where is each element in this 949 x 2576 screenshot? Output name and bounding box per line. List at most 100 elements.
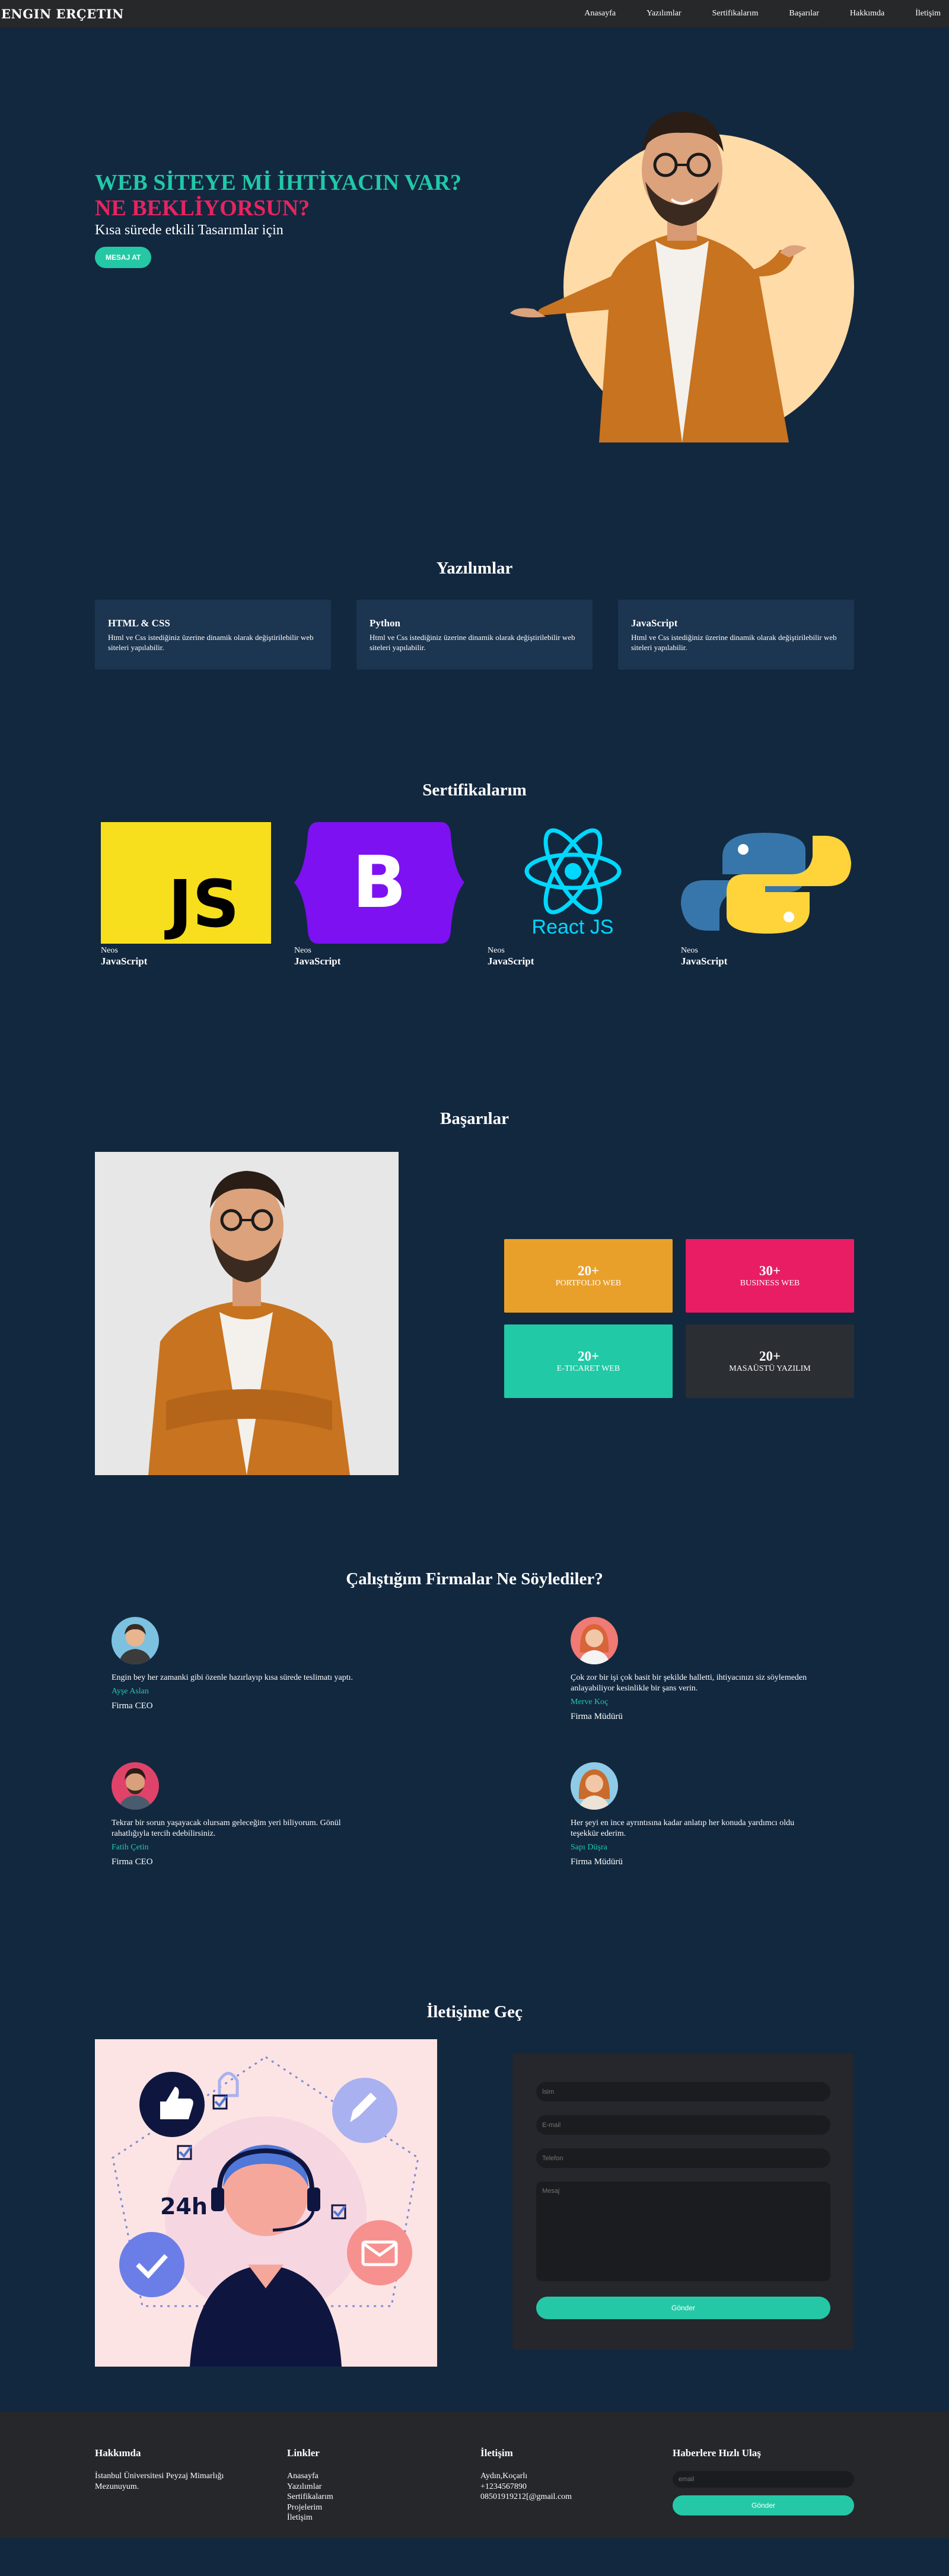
footer-contact-title: İletişim	[480, 2447, 513, 2459]
nav-link-yazilimlar[interactable]: Yazılımlar	[647, 9, 681, 18]
newsletter-email-input[interactable]	[673, 2471, 854, 2488]
footer-links: Linkler Anasayfa Yazılımlar Sertifikalar…	[287, 2447, 465, 2523]
phone-input[interactable]	[536, 2148, 830, 2168]
certificate-item: B Neos JavaScript	[294, 822, 464, 967]
footer-about-text: İstanbul Üniversitesi Peyzaj Mimarlığı M…	[95, 2472, 224, 2491]
footer: Hakkımda İstanbul Üniversitesi Peyzaj Mi…	[0, 2412, 949, 2538]
software-cards: HTML & CSS Html ve Css istediğiniz üzeri…	[95, 600, 854, 670]
testimonial-quote: Çok zor bir işi çok basit bir şekilde ha…	[571, 1673, 807, 1693]
hero-person-image	[510, 112, 807, 442]
name-input[interactable]	[536, 2082, 830, 2101]
footer-link[interactable]: İletişim	[287, 2513, 465, 2523]
software-card: JavaScript Html ve Css istediğiniz üzeri…	[618, 600, 854, 670]
react-logo-text: React JS	[531, 916, 614, 938]
certificate-item: React JS Neos JavaScript	[488, 822, 658, 967]
nav-link-sertifikalarim[interactable]: Sertifikalarım	[712, 9, 759, 18]
software-card-text: Html ve Css istediğiniz üzerine dinamik …	[631, 633, 837, 652]
message-button[interactable]: MESAJ AT	[95, 247, 152, 269]
testimonial-card: Çok zor bir işi çok basit bir şekilde ha…	[571, 1617, 820, 1722]
certificate-list: JS Neos JavaScript B Neos JavaScript Rea…	[101, 822, 851, 967]
footer-link[interactable]: Sertifikalarım	[287, 2492, 465, 2502]
footer-links-title: Linkler	[287, 2447, 320, 2459]
nav-link-iletisim[interactable]: İletişim	[915, 9, 941, 18]
certificate-issuer: Neos	[101, 946, 118, 955]
hero-headline: WEB SİTEYE Mİ İHTİYACIN VAR?	[95, 170, 462, 195]
footer-newsletter: Haberlere Hızlı Ulaş Gönder	[673, 2447, 854, 2515]
testimonial-card: Engin bey her zamanki gibi özenle hazırl…	[112, 1617, 361, 1711]
message-textarea[interactable]	[536, 2182, 830, 2281]
testimonial-author: Merve Koç	[571, 1698, 609, 1707]
certificate-name: JavaScript	[101, 956, 148, 967]
avatar	[112, 1617, 159, 1664]
bootstrap-logo-text: B	[352, 842, 407, 924]
testimonial-author: Sapı Düşra	[571, 1843, 607, 1852]
contact-form: Gönder	[512, 2053, 854, 2350]
navbar: ENGIN ERÇETIN Anasayfa Yazılımlar Sertif…	[0, 0, 949, 27]
footer-about: Hakkımda İstanbul Üniversitesi Peyzaj Mi…	[95, 2447, 273, 2492]
javascript-logo-text: JS	[168, 865, 240, 942]
send-button[interactable]: Gönder	[536, 2297, 830, 2319]
stat-label: MASAÜSTÜ YAZILIM	[729, 1364, 811, 1373]
stats-grid: 20+ PORTFOLIO WEB 30+ BUSINESS WEB 20+ E…	[504, 1239, 854, 1398]
certificate-name: JavaScript	[294, 956, 341, 967]
footer-phone: +1234567890	[480, 2482, 527, 2491]
stat-number: 20+	[577, 1349, 600, 1364]
person-thinking-illustration	[95, 1152, 399, 1475]
stat-label: E-TICARET WEB	[556, 1364, 620, 1373]
footer-links-list: Anasayfa Yazılımlar Sertifikalarım Proje…	[287, 2471, 465, 2523]
hero-headline-accent: NE BEKLİYORSUN?	[95, 195, 310, 221]
certificate-issuer: Neos	[681, 946, 698, 955]
certificate-issuer: Neos	[488, 946, 505, 955]
testimonial-card: Tekrar bir sorun yaşayacak olursam gelec…	[112, 1762, 361, 1867]
software-card-title: JavaScript	[631, 617, 678, 629]
nav-link-anasayfa[interactable]: Anasayfa	[584, 9, 616, 18]
certificate-issuer: Neos	[294, 946, 311, 955]
footer-link[interactable]: Anasayfa	[287, 2471, 465, 2482]
avatar	[571, 1762, 618, 1810]
software-section: Yazılımlar HTML & CSS Html ve Css istedi…	[0, 514, 949, 733]
customer-support-illustration: 24h	[95, 2039, 437, 2367]
footer-link[interactable]: Projelerim	[287, 2502, 465, 2513]
python-logo-icon	[681, 822, 851, 944]
bootstrap-logo-icon: B	[294, 822, 464, 944]
testimonial-quote: Tekrar bir sorun yaşayacak olursam gelec…	[112, 1819, 341, 1839]
nav-links: Anasayfa Yazılımlar Sertifikalarım Başar…	[553, 9, 941, 18]
achievements-section: Başarılar 20+ PORTFOLIO WEB 30+ BUSINESS…	[0, 1077, 949, 1569]
stat-number: 30+	[759, 1263, 781, 1278]
nav-link-hakkimda[interactable]: Hakkımda	[850, 9, 884, 18]
footer-address: Aydın,Koçarlı	[480, 2472, 528, 2481]
testimonial-author: Fatih Çetin	[112, 1843, 149, 1852]
stat-label: PORTFOLIO WEB	[555, 1279, 622, 1288]
testimonial-role: Firma Müdürü	[571, 1857, 623, 1867]
stat-card-desktop: 20+ MASAÜSTÜ YAZILIM	[686, 1324, 854, 1398]
testimonial-quote: Her şeyi en ince ayrıntısına kadar anlat…	[571, 1819, 795, 1839]
brand-logo[interactable]: ENGIN ERÇETIN	[1, 7, 124, 21]
testimonial-role: Firma Müdürü	[571, 1712, 623, 1722]
certificates-section: Sertifikalarım JS Neos JavaScript B Neos…	[0, 733, 949, 1077]
stat-card-portfolio: 20+ PORTFOLIO WEB	[504, 1239, 673, 1313]
stat-card-business: 30+ BUSINESS WEB	[686, 1239, 854, 1313]
react-atom-icon	[524, 828, 621, 915]
testimonial-quote: Engin bey her zamanki gibi özenle hazırl…	[112, 1673, 354, 1682]
testimonial-author: Ayşe Aslan	[112, 1687, 149, 1696]
achievements-person-image	[95, 1152, 399, 1475]
testimonial-role: Firma CEO	[112, 1857, 153, 1867]
footer-link[interactable]: Yazılımlar	[287, 2482, 465, 2492]
section-title-software: Yazılımlar	[436, 559, 513, 578]
footer-email: 08501919212[@gmail.com	[480, 2492, 572, 2501]
software-card-title: HTML & CSS	[108, 617, 170, 629]
stat-label: BUSINESS WEB	[740, 1279, 800, 1288]
section-title-achievements: Başarılar	[440, 1109, 509, 1128]
software-card: HTML & CSS Html ve Css istediğiniz üzeri…	[95, 600, 331, 670]
testimonials-section: Çalıştığım Firmalar Ne Söylediler? Engin…	[0, 1569, 949, 2002]
section-title-testimonials: Çalıştığım Firmalar Ne Söylediler?	[346, 1569, 603, 1588]
nav-link-basarilar[interactable]: Başarılar	[789, 9, 819, 18]
testimonial-card: Her şeyi en ince ayrıntısına kadar anlat…	[571, 1762, 820, 1867]
stat-number: 20+	[759, 1349, 781, 1364]
certificate-name: JavaScript	[488, 956, 534, 967]
footer-contact: İletişim Aydın,Koçarlı +1234567890 08501…	[480, 2447, 658, 2502]
certificate-name: JavaScript	[681, 956, 728, 967]
newsletter-send-button[interactable]: Gönder	[673, 2495, 854, 2515]
email-input[interactable]	[536, 2115, 830, 2135]
certificate-item: JS Neos JavaScript	[101, 822, 271, 967]
